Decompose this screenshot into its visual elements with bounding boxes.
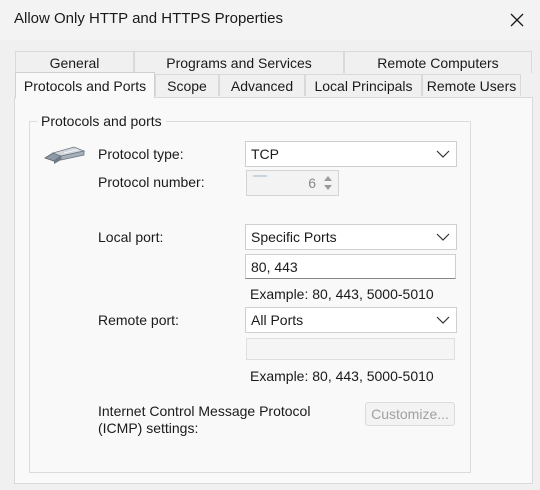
- window-title: Allow Only HTTP and HTTPS Properties: [14, 10, 283, 27]
- text-caret-ghost: [253, 175, 267, 177]
- local-port-input[interactable]: 80, 443: [245, 254, 456, 279]
- close-icon: [510, 13, 524, 27]
- close-button[interactable]: [494, 0, 540, 40]
- remote-port-input[interactable]: [246, 338, 455, 360]
- local-port-example: Example: 80, 443, 5000-5010: [250, 286, 434, 302]
- title-bar: Allow Only HTTP and HTTPS Properties: [0, 0, 540, 40]
- icmp-label-line1: Internet Control Message Protocol: [98, 403, 311, 419]
- remote-port-value: All Ports: [251, 312, 304, 328]
- protocol-type-dropdown[interactable]: TCP: [245, 141, 457, 167]
- local-port-dropdown[interactable]: Specific Ports: [245, 224, 457, 250]
- protocol-number-spinner[interactable]: 6: [246, 170, 339, 196]
- tab-label: Scope: [167, 77, 207, 94]
- local-port-value: Specific Ports: [251, 229, 337, 245]
- chevron-down-icon: [436, 316, 450, 324]
- chevron-down-icon: [436, 150, 450, 158]
- local-port-input-value: 80, 443: [251, 258, 298, 275]
- local-port-label: Local port:: [98, 229, 164, 245]
- network-cable-icon: [44, 146, 86, 164]
- tab-label: Remote Users: [426, 77, 517, 94]
- remote-port-dropdown[interactable]: All Ports: [245, 307, 457, 333]
- tab-scope[interactable]: Scope: [155, 74, 219, 96]
- tab-remote-users[interactable]: Remote Users: [422, 74, 521, 96]
- tab-row-front: Protocols and Ports Scope Advanced Local…: [15, 72, 521, 98]
- tab-protocols-and-ports[interactable]: Protocols and Ports: [15, 72, 155, 98]
- tab-label: Local Principals: [314, 77, 413, 94]
- icmp-label-line2: (ICMP) settings:: [98, 420, 199, 436]
- group-title: Protocols and ports: [37, 113, 166, 129]
- protocol-number-label: Protocol number:: [98, 174, 205, 190]
- remote-port-label: Remote port:: [98, 312, 179, 328]
- tab-row-back: General Programs and Services Remote Com…: [15, 51, 532, 73]
- tab-label: General: [49, 54, 100, 71]
- tab-remote-computers[interactable]: Remote Computers: [344, 51, 532, 73]
- spin-arrows-icon: [324, 176, 332, 190]
- protocol-number-value: 6: [308, 175, 316, 191]
- tab-local-principals[interactable]: Local Principals: [305, 74, 422, 96]
- remote-port-example: Example: 80, 443, 5000-5010: [250, 368, 434, 384]
- chevron-down-icon: [436, 233, 450, 241]
- customize-button[interactable]: Customize...: [365, 402, 455, 426]
- tab-advanced[interactable]: Advanced: [219, 74, 305, 96]
- properties-dialog: Allow Only HTTP and HTTPS Properties Gen…: [0, 0, 540, 490]
- tab-programs-and-services[interactable]: Programs and Services: [134, 51, 344, 73]
- tab-label: Advanced: [230, 77, 294, 94]
- protocol-type-value: TCP: [251, 146, 279, 162]
- tab-label: Programs and Services: [166, 54, 312, 71]
- tab-label: Remote Computers: [377, 54, 499, 71]
- tab-label: Protocols and Ports: [23, 77, 147, 94]
- tab-general[interactable]: General: [15, 51, 134, 73]
- protocol-type-label: Protocol type:: [98, 146, 184, 162]
- customize-button-label: Customize...: [371, 406, 449, 422]
